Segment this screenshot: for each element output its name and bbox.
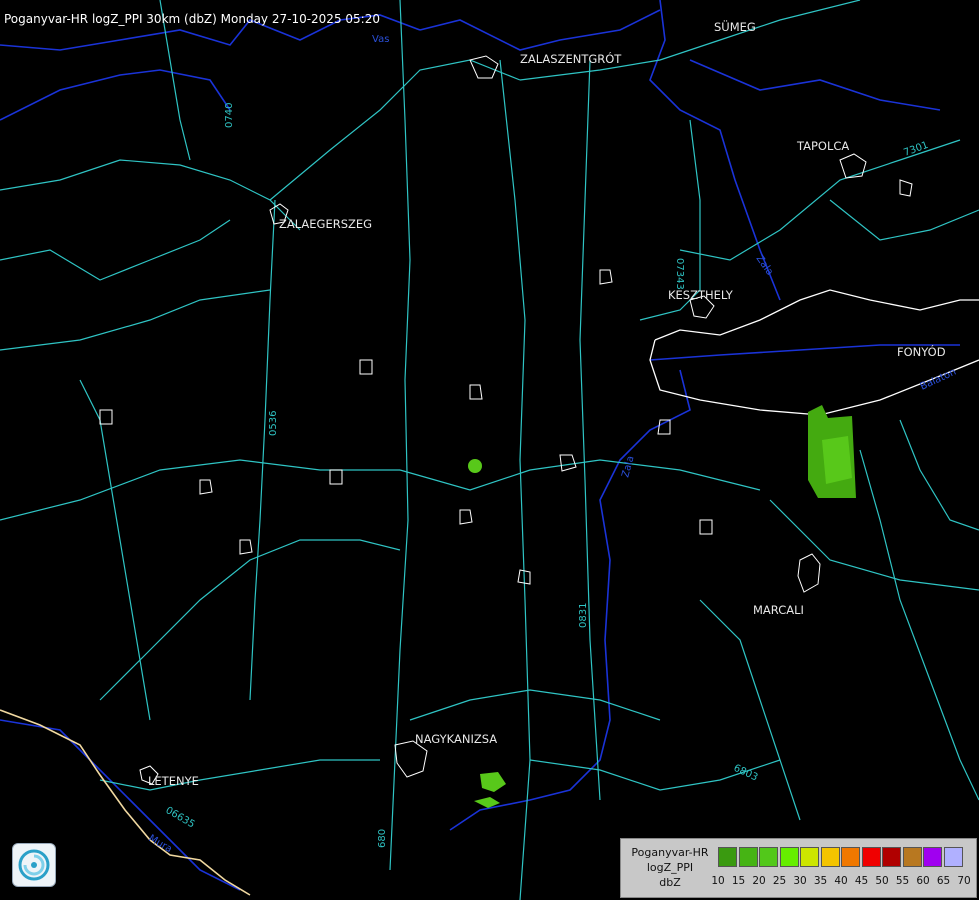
legend-swatch bbox=[820, 847, 840, 867]
town-zalaegerszeg: ZALAEGERSZEG bbox=[279, 217, 372, 231]
legend-swatch bbox=[800, 847, 819, 867]
river-label: Balaton bbox=[919, 367, 958, 393]
legend-swatch bbox=[718, 847, 737, 867]
river-label: Mura bbox=[147, 833, 174, 855]
road-label: 0740 bbox=[224, 103, 235, 128]
road-label: 6803 bbox=[732, 763, 760, 784]
legend-tick-label: 70 bbox=[957, 875, 971, 887]
legend-tick-label: 55 bbox=[895, 875, 910, 887]
legend-tick-label: 25 bbox=[772, 875, 787, 887]
road-label: 7301 bbox=[902, 140, 930, 159]
legend-tick-label: 15 bbox=[731, 875, 746, 887]
road-label: 0536 bbox=[268, 411, 279, 436]
legend-tick-label: 60 bbox=[916, 875, 930, 887]
legend-swatch bbox=[882, 847, 901, 867]
legend: Poganyvar-HR logZ_PPI dbZ 10 15 20 25 30 35 40… bbox=[620, 838, 977, 898]
town-tapolca: TAPOLCA bbox=[796, 139, 849, 153]
legend-title: Poganyvar-HR logZ_PPI dbZ bbox=[631, 846, 709, 889]
legend-tick-label: 45 bbox=[854, 875, 869, 887]
town-labels: SÜMEG ZALASZENTGRÓT TAPOLCA ZALAEGERSZEG… bbox=[148, 18, 946, 788]
town-fonyod: FONYÓD bbox=[897, 344, 946, 359]
road-label: 06635 bbox=[164, 805, 197, 830]
logo-icon bbox=[12, 843, 56, 887]
river-label: Vas bbox=[372, 34, 389, 45]
legend-tick-label: 50 bbox=[875, 875, 889, 887]
town-nagykanizsa: NAGYKANIZSA bbox=[415, 732, 497, 746]
town-sumeg: SÜMEG bbox=[714, 18, 756, 34]
legend-swatch bbox=[779, 847, 799, 867]
map-title: Poganyvar-HR logZ_PPI 30km (dbZ) Monday … bbox=[4, 12, 380, 26]
legend-ticks: 10 15 20 25 30 35 40 45 50 55 60 65 70 bbox=[708, 875, 978, 889]
radar-map: SÜMEG ZALASZENTGRÓT TAPOLCA ZALAEGERSZEG… bbox=[0, 0, 979, 900]
legend-tick-label: 35 bbox=[813, 875, 828, 887]
road-label: 0831 bbox=[578, 603, 589, 628]
legend-swatch bbox=[841, 847, 860, 867]
legend-swatch bbox=[923, 847, 942, 867]
settlements bbox=[99, 55, 913, 785]
legend-tick-label: 30 bbox=[793, 875, 807, 887]
legend-swatch bbox=[861, 847, 881, 867]
legend-tick-label: 65 bbox=[936, 875, 951, 887]
town-zalaszentgrot: ZALASZENTGRÓT bbox=[520, 51, 622, 66]
legend-tick-label: 20 bbox=[752, 875, 766, 887]
town-keszthely: KESZTHELY bbox=[668, 288, 734, 302]
legend-tick-label: 40 bbox=[834, 875, 848, 887]
river-label: Zala bbox=[754, 253, 776, 277]
road-label: 07343 bbox=[674, 258, 685, 290]
legend-swatch bbox=[759, 847, 778, 867]
town-letenye: LETENYE bbox=[148, 774, 199, 788]
legend-swatch bbox=[943, 847, 963, 867]
town-marcali: MARCALI bbox=[753, 603, 804, 617]
legend-swatches bbox=[718, 847, 964, 867]
legend-swatch bbox=[902, 847, 922, 867]
legend-swatch bbox=[738, 847, 758, 867]
road-label: 680 bbox=[377, 829, 388, 848]
legend-tick-label: 10 bbox=[711, 875, 725, 887]
